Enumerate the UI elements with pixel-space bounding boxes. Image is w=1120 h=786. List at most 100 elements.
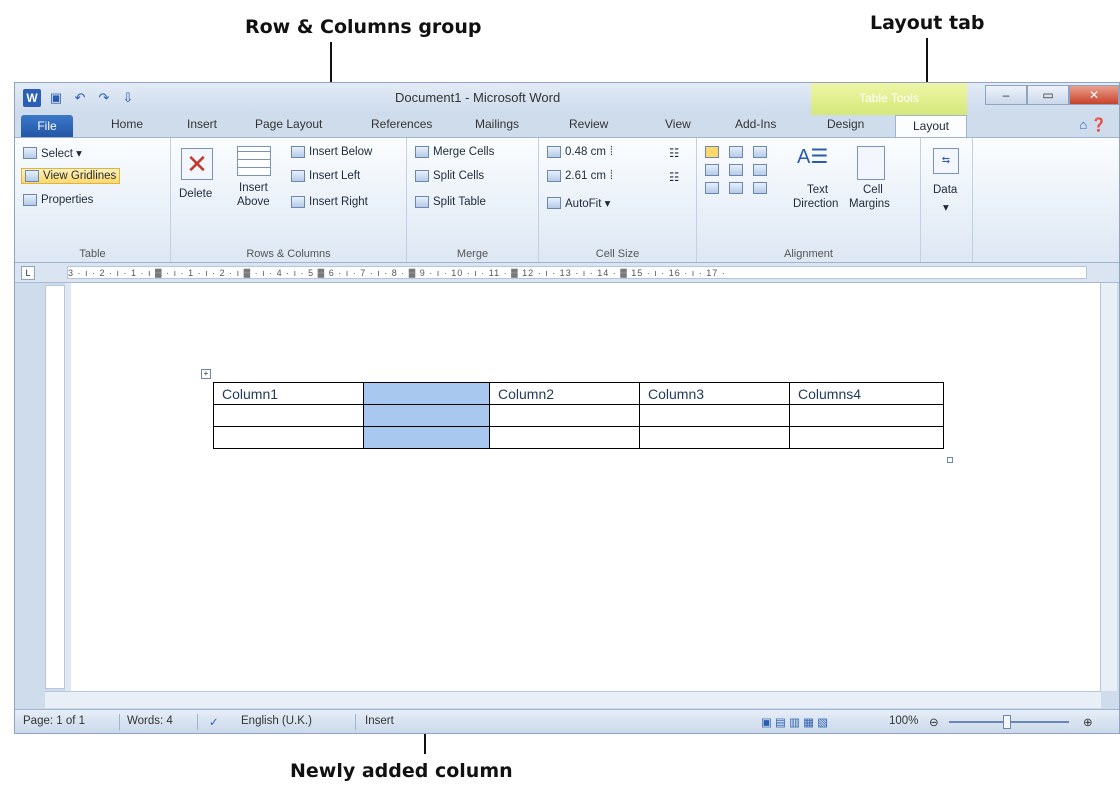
row-height-field[interactable]: 0.48 cm ⁞: [547, 146, 613, 158]
properties-button[interactable]: Properties: [23, 194, 93, 206]
cell-margins-icon[interactable]: [857, 146, 885, 180]
table-cell[interactable]: [789, 426, 944, 449]
zoom-level[interactable]: 100%: [889, 715, 918, 727]
align-bottom-right-icon[interactable]: [753, 182, 767, 194]
tab-page-layout[interactable]: Page Layout: [255, 117, 322, 131]
text-direction-label-2[interactable]: Direction: [793, 198, 838, 210]
data-dropdown-icon[interactable]: ▾: [943, 200, 949, 214]
row-height-spinner-icon[interactable]: ⁞: [610, 146, 613, 158]
new-column-cell[interactable]: [363, 404, 490, 427]
table-cell[interactable]: [639, 404, 790, 427]
column-width-spinner-icon[interactable]: ⁞: [610, 170, 613, 182]
table-cell[interactable]: [489, 404, 640, 427]
insert-right-label: Insert Right: [309, 196, 368, 208]
split-table-button[interactable]: Split Table: [415, 196, 486, 208]
tab-insert[interactable]: Insert: [187, 117, 217, 131]
tab-selector-icon[interactable]: L: [21, 266, 35, 280]
view-buttons-icon[interactable]: ▣ ▤ ▥ ▦ ▧: [761, 715, 828, 729]
split-cells-icon: [415, 170, 429, 182]
close-button[interactable]: ✕: [1069, 85, 1119, 105]
split-cells-label: Split Cells: [433, 170, 485, 182]
minimize-button[interactable]: –: [985, 85, 1027, 105]
vertical-ruler[interactable]: [45, 285, 65, 689]
status-mode[interactable]: Insert: [365, 715, 394, 727]
status-page[interactable]: Page: 1 of 1: [23, 715, 85, 727]
tab-layout[interactable]: Layout: [895, 115, 967, 137]
data-icon[interactable]: ⇆: [933, 148, 959, 174]
tab-design[interactable]: Design: [827, 117, 864, 131]
help-icon[interactable]: ⌂ ❓: [1079, 117, 1107, 133]
tab-mailings[interactable]: Mailings: [475, 117, 519, 131]
status-words[interactable]: Words: 4: [127, 715, 173, 727]
new-column-cell[interactable]: [363, 426, 490, 449]
table-cell[interactable]: [213, 426, 364, 449]
insert-right-icon: [291, 196, 305, 208]
align-center-right-icon[interactable]: [753, 164, 767, 176]
redo-icon[interactable]: ↷: [95, 89, 113, 107]
ruler-scale[interactable]: 3 · ı · 2 · ı · 1 · ı ▓ · ı · 1 · ı · 2 …: [67, 266, 1087, 279]
distribute-rows-icon[interactable]: ☷: [669, 146, 679, 160]
delete-icon[interactable]: ✕: [181, 148, 213, 180]
maximize-button[interactable]: ▭: [1027, 85, 1069, 105]
data-button[interactable]: Data: [933, 184, 957, 196]
align-top-right-icon[interactable]: [753, 146, 767, 158]
align-bottom-center-icon[interactable]: [729, 182, 743, 194]
insert-above-icon[interactable]: [237, 146, 271, 176]
delete-button[interactable]: Delete: [179, 188, 212, 200]
table-cell[interactable]: Column1: [213, 382, 364, 405]
text-direction-label-1[interactable]: Text: [807, 184, 828, 196]
tab-file[interactable]: File: [21, 115, 73, 137]
table-cell[interactable]: Column2: [489, 382, 640, 405]
cell-margins-label-1[interactable]: Cell: [863, 184, 883, 196]
split-cells-button[interactable]: Split Cells: [415, 170, 484, 182]
group-merge: Merge Cells Split Cells Split Table Merg…: [407, 138, 539, 262]
table-resize-handle-icon[interactable]: [947, 457, 953, 463]
table-cell[interactable]: Column3: [639, 382, 790, 405]
tab-view[interactable]: View: [665, 117, 691, 131]
table-cell[interactable]: Columns4: [789, 382, 944, 405]
proofing-icon[interactable]: ✓: [209, 715, 219, 729]
insert-above-label-2[interactable]: Above: [237, 196, 270, 208]
customize-qat-icon[interactable]: ⇩: [119, 89, 137, 107]
insert-above-label-1[interactable]: Insert: [239, 182, 268, 194]
distribute-columns-icon[interactable]: ☷: [669, 170, 679, 184]
autofit-button[interactable]: AutoFit ▾: [547, 196, 610, 210]
tab-review[interactable]: Review: [569, 117, 608, 131]
column-width-icon: [547, 170, 561, 182]
cell-margins-label-2[interactable]: Margins: [849, 198, 890, 210]
merge-cells-button[interactable]: Merge Cells: [415, 146, 494, 158]
align-center-left-icon[interactable]: [705, 164, 719, 176]
table-cell[interactable]: [213, 404, 364, 427]
horizontal-scrollbar[interactable]: [45, 691, 1101, 708]
save-icon[interactable]: ▣: [47, 89, 65, 107]
document-page[interactable]: [71, 283, 1101, 691]
zoom-slider-thumb[interactable]: [1003, 715, 1011, 729]
vertical-scrollbar[interactable]: [1100, 283, 1117, 691]
zoom-in-icon[interactable]: ⊕: [1083, 715, 1093, 729]
insert-below-button[interactable]: Insert Below: [291, 146, 372, 158]
text-direction-icon[interactable]: A☰: [797, 144, 828, 169]
quick-access-toolbar: W ▣ ↶ ↷ ⇩: [23, 89, 137, 107]
undo-icon[interactable]: ↶: [71, 89, 89, 107]
table-move-handle-icon[interactable]: +: [201, 369, 211, 379]
align-top-left-icon[interactable]: [705, 146, 719, 158]
insert-right-button[interactable]: Insert Right: [291, 196, 368, 208]
status-language[interactable]: English (U.K.): [241, 715, 312, 727]
zoom-out-icon[interactable]: ⊖: [929, 715, 939, 729]
align-center-icon[interactable]: [729, 164, 743, 176]
align-bottom-left-icon[interactable]: [705, 182, 719, 194]
select-button[interactable]: Select ▾: [23, 146, 82, 160]
align-top-center-icon[interactable]: [729, 146, 743, 158]
column-width-field[interactable]: 2.61 cm ⁞: [547, 170, 613, 182]
tab-references[interactable]: References: [371, 117, 432, 131]
insert-left-button[interactable]: Insert Left: [291, 170, 360, 182]
tab-add-ins[interactable]: Add-Ins: [735, 117, 776, 131]
document-table[interactable]: Column1 Column2 Column3 Columns4: [213, 382, 944, 449]
tab-home[interactable]: Home: [111, 117, 143, 131]
view-gridlines-button[interactable]: View Gridlines: [21, 168, 121, 184]
new-column-cell[interactable]: [363, 382, 490, 405]
table-cell[interactable]: [489, 426, 640, 449]
table-cell[interactable]: [639, 426, 790, 449]
table-cell[interactable]: [789, 404, 944, 427]
word-app-icon[interactable]: W: [23, 89, 41, 107]
